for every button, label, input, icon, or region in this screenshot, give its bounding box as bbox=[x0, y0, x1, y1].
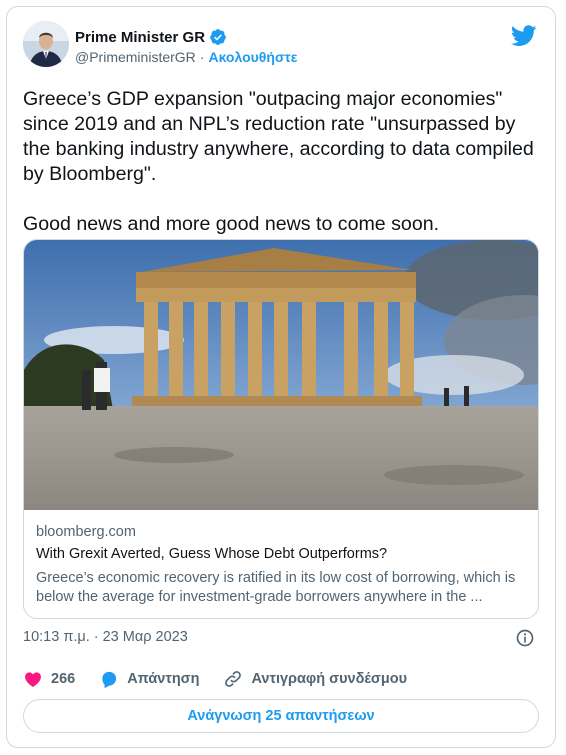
link-domain: bloomberg.com bbox=[36, 524, 136, 540]
tweet-text: Greece’s GDP expansion "outpacing major … bbox=[23, 88, 534, 235]
copy-link-label: Αντιγραφή συνδέσμου bbox=[251, 671, 408, 687]
author-name[interactable]: Prime Minister GR bbox=[75, 29, 205, 46]
tweet-timestamp[interactable]: 10:13 π.μ. · 23 Μαρ 2023 bbox=[23, 629, 188, 645]
author-handle[interactable]: @PrimeministerGR bbox=[75, 49, 196, 65]
link-card-meta: bloomberg.com With Grexit Averted, Guess… bbox=[36, 524, 526, 607]
action-bar: 266 Απάντηση Αντιγραφή συνδέσμου bbox=[23, 667, 539, 691]
like-count: 266 bbox=[51, 671, 76, 687]
link-card[interactable]: bloomberg.com With Grexit Averted, Guess… bbox=[23, 239, 539, 619]
reply-icon bbox=[102, 671, 117, 689]
read-replies-button[interactable]: Ανάγνωση 25 απαντήσεων bbox=[23, 699, 539, 733]
verified-badge-icon bbox=[210, 29, 226, 45]
link-title: With Grexit Averted, Guess Whose Debt Ou… bbox=[36, 546, 388, 562]
timestamp-row: 10:13 π.μ. · 23 Μαρ 2023 bbox=[23, 628, 535, 650]
link-card-image bbox=[24, 240, 538, 510]
heart-icon bbox=[25, 672, 41, 687]
twitter-bird-icon[interactable] bbox=[511, 25, 537, 47]
info-icon[interactable] bbox=[515, 628, 535, 648]
copy-link-button[interactable]: Αντιγραφή συνδέσμου bbox=[223, 669, 407, 689]
tweet-header: Prime Minister GR @PrimeministerGR · Ακο… bbox=[23, 21, 539, 71]
embedded-tweet-card: Prime Minister GR @PrimeministerGR · Ακο… bbox=[6, 6, 556, 748]
reply-button[interactable]: Απάντηση bbox=[99, 669, 199, 689]
link-description: Greece’s economic recovery is ratified i… bbox=[36, 570, 516, 605]
author-name-row: Prime Minister GR bbox=[75, 28, 227, 46]
follow-link[interactable]: Ακολουθήστε bbox=[208, 49, 297, 65]
avatar[interactable] bbox=[23, 21, 69, 67]
like-button[interactable]: 266 bbox=[23, 669, 75, 689]
link-icon bbox=[225, 671, 242, 687]
separator-dot: · bbox=[199, 49, 205, 65]
author-handle-row: @PrimeministerGR · Ακολουθήστε bbox=[75, 49, 297, 65]
reply-label: Απάντηση bbox=[127, 671, 200, 687]
